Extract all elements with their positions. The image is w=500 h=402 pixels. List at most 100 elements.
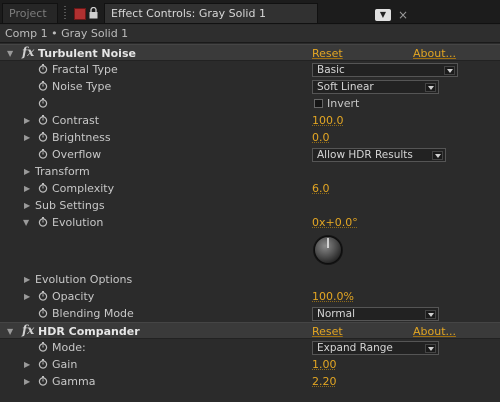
param-fractal-type: Fractal Type Basic	[0, 61, 500, 78]
about-button[interactable]: About...	[413, 45, 456, 62]
param-label: Gain	[52, 358, 78, 371]
about-button[interactable]: About...	[413, 323, 456, 340]
checkbox-label: Invert	[327, 97, 360, 110]
padlock-icon[interactable]	[89, 7, 98, 19]
param-label: Noise Type	[52, 80, 112, 93]
close-icon[interactable]: ×	[397, 8, 409, 22]
group-label: Transform	[35, 165, 90, 178]
invert-checkbox[interactable]	[314, 99, 323, 108]
effect-name: HDR Compander	[38, 325, 140, 338]
param-gamma: ▶ Gamma 2.20	[0, 373, 500, 390]
blending-mode-dropdown[interactable]: Normal	[312, 307, 439, 321]
param-label: Blending Mode	[52, 307, 134, 320]
param-complexity: ▶ Complexity 6.0	[0, 180, 500, 197]
stopwatch-icon[interactable]	[38, 115, 48, 125]
group-transform[interactable]: ▶ Transform	[0, 163, 500, 180]
expand-triangle-icon[interactable]: ▶	[24, 288, 30, 305]
stopwatch-icon[interactable]	[38, 149, 48, 159]
stopwatch-icon[interactable]	[38, 376, 48, 386]
param-blending-mode: Blending Mode Normal	[0, 305, 500, 322]
param-label: Brightness	[52, 131, 111, 144]
complexity-value[interactable]: 6.0	[312, 180, 330, 197]
param-label: Fractal Type	[52, 63, 118, 76]
expand-triangle-icon[interactable]: ▶	[24, 356, 30, 373]
expand-triangle-icon[interactable]: ▶	[24, 112, 30, 129]
tab-project-label: Project	[9, 7, 47, 20]
param-brightness: ▶ Brightness 0.0	[0, 129, 500, 146]
tab-grip[interactable]	[64, 6, 66, 20]
tab-effect-controls-label: Effect Controls: Gray Solid 1	[111, 7, 266, 20]
param-label: Evolution	[52, 216, 104, 229]
overflow-dropdown[interactable]: Allow HDR Results	[312, 148, 446, 162]
stopwatch-icon[interactable]	[38, 64, 48, 74]
brightness-value[interactable]: 0.0	[312, 129, 330, 146]
mode-dropdown[interactable]: Expand Range	[312, 341, 439, 355]
effect-name: Turbulent Noise	[38, 47, 136, 60]
collapse-triangle-icon[interactable]: ▼	[23, 214, 29, 231]
effect-header-hdr-compander[interactable]: ▼ fx HDR Compander Reset About...	[0, 322, 500, 339]
stopwatch-icon[interactable]	[38, 359, 48, 369]
evolution-value[interactable]: 0x+0.0°	[312, 214, 358, 231]
chevron-down-icon	[425, 344, 436, 353]
group-label: Evolution Options	[35, 273, 133, 286]
stopwatch-icon[interactable]	[38, 291, 48, 301]
stopwatch-icon[interactable]	[38, 183, 48, 193]
gamma-value[interactable]: 2.20	[312, 373, 337, 390]
breadcrumb: Comp 1 • Gray Solid 1	[0, 25, 500, 43]
gain-value[interactable]: 1.00	[312, 356, 337, 373]
viewer-lock-icon[interactable]	[74, 8, 86, 20]
group-evolution-options[interactable]: ▶ Evolution Options	[0, 271, 500, 288]
expand-triangle-icon[interactable]: ▶	[24, 180, 30, 197]
param-label: Opacity	[52, 290, 95, 303]
noise-type-dropdown[interactable]: Soft Linear	[312, 80, 439, 94]
opacity-value[interactable]: 100.0%	[312, 288, 354, 305]
stopwatch-icon[interactable]	[38, 308, 48, 318]
expand-triangle-icon[interactable]: ▶	[24, 373, 30, 390]
panel-tab-bar: Project Effect Controls: Gray Solid 1 ▼ …	[0, 0, 500, 24]
fractal-type-dropdown[interactable]: Basic	[312, 63, 458, 77]
param-label: Overflow	[52, 148, 102, 161]
collapse-triangle-icon[interactable]: ▼	[7, 323, 13, 340]
param-label: Mode:	[52, 341, 86, 354]
reset-button[interactable]: Reset	[312, 323, 343, 340]
angle-dial-knob[interactable]	[312, 234, 344, 266]
chevron-down-icon	[432, 151, 443, 160]
contrast-value[interactable]: 100.0	[312, 112, 344, 129]
param-contrast: ▶ Contrast 100.0	[0, 112, 500, 129]
param-label: Contrast	[52, 114, 100, 127]
dropdown-value: Soft Linear	[317, 81, 374, 93]
stopwatch-icon[interactable]	[38, 81, 48, 91]
dropdown-value: Allow HDR Results	[317, 149, 413, 161]
collapse-triangle-icon[interactable]: ▼	[7, 45, 13, 62]
stopwatch-icon[interactable]	[38, 342, 48, 352]
dropdown-value: Normal	[317, 308, 355, 320]
expand-triangle-icon[interactable]: ▶	[24, 271, 30, 288]
param-mode: Mode: Expand Range	[0, 339, 500, 356]
param-label: Gamma	[52, 375, 96, 388]
param-evolution: ▼ Evolution 0x+0.0°	[0, 214, 500, 231]
group-sub-settings[interactable]: ▶ Sub Settings	[0, 197, 500, 214]
fx-icon[interactable]: fx	[22, 44, 34, 61]
param-noise-type: Noise Type Soft Linear	[0, 78, 500, 95]
tab-project[interactable]: Project	[2, 3, 58, 23]
param-label: Complexity	[52, 182, 115, 195]
stopwatch-icon[interactable]	[38, 98, 48, 108]
expand-triangle-icon[interactable]: ▶	[24, 197, 30, 214]
chevron-down-icon	[425, 310, 436, 319]
stopwatch-icon[interactable]	[38, 217, 48, 227]
fx-icon[interactable]: fx	[22, 322, 34, 339]
chevron-down-icon	[425, 83, 436, 92]
dropdown-value: Basic	[317, 64, 345, 76]
param-overflow: Overflow Allow HDR Results	[0, 146, 500, 163]
tab-menu-chevron-icon[interactable]: ▼	[375, 9, 391, 21]
expand-triangle-icon[interactable]: ▶	[24, 163, 30, 180]
expand-triangle-icon[interactable]: ▶	[24, 129, 30, 146]
stopwatch-icon[interactable]	[38, 132, 48, 142]
param-invert: Invert	[0, 95, 500, 112]
group-label: Sub Settings	[35, 199, 105, 212]
reset-button[interactable]: Reset	[312, 45, 343, 62]
param-opacity: ▶ Opacity 100.0%	[0, 288, 500, 305]
param-gain: ▶ Gain 1.00	[0, 356, 500, 373]
tab-effect-controls[interactable]: Effect Controls: Gray Solid 1 ▼ ×	[104, 3, 408, 23]
effect-header-turbulent-noise[interactable]: ▼ fx Turbulent Noise Reset About...	[0, 44, 500, 61]
